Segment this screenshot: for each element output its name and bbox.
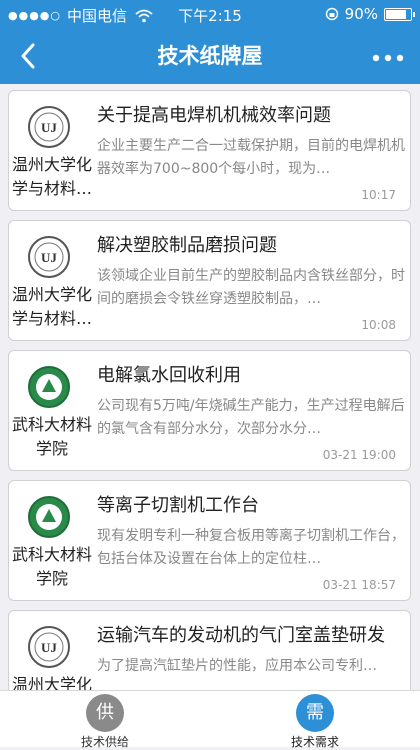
- item-description: 该领域企业目前生产的塑胶制品内含铁丝部分，时间的磨损会令铁丝穿透塑胶制品，…: [97, 268, 405, 307]
- item-title: 等离子切割机工作台: [97, 495, 259, 516]
- list-item[interactable]: UJ 温州大学化学与材料… 解决塑胶制品磨损问题该领域企业目前生产的塑胶制品内含铁丝…: [8, 220, 411, 341]
- item-time: 10:08: [361, 318, 396, 332]
- svg-text:UJ: UJ: [41, 640, 57, 655]
- item-time: 03-21 19:00: [322, 448, 396, 462]
- list-item[interactable]: UJ 温州大学化学与材料… 关于提高电焊机机械效率问题企业主要生产二合一过载保护期，…: [8, 90, 411, 211]
- tab-label: 技术供给: [80, 735, 129, 749]
- org-logo: [27, 495, 71, 539]
- item-title: 电解氯水回收利用: [97, 365, 241, 386]
- org-logo: [27, 365, 71, 409]
- item-title: 关于提高电焊机机械效率问题: [97, 105, 331, 126]
- demand-list[interactable]: UJ 温州大学化学与材料… 关于提高电焊机机械效率问题企业主要生产二合一过载保护期，…: [0, 84, 420, 690]
- item-description: 为了提高汽缸垫片的性能，应用本公司专利…: [97, 658, 377, 674]
- list-item[interactable]: UJ 温州大学化学与材料… 运输汽车的发动机的气门室盖垫研发为了提高汽缸垫片的性能，…: [8, 610, 411, 690]
- org-logo: UJ: [27, 105, 71, 149]
- list-item[interactable]: 武科大材料学院 电解氯水回收利用公司现有5万吨/年烧碱生产能力，生产过程电解后的氯…: [8, 350, 411, 471]
- tab-bar: 供技术供给需技术需求: [0, 690, 420, 749]
- svg-text:UJ: UJ: [41, 250, 57, 265]
- svg-text:UJ: UJ: [41, 120, 57, 135]
- demand-icon: 需: [296, 694, 334, 732]
- item-time: 03-21 18:57: [322, 578, 396, 592]
- org-name: 温州大学化学与材料…: [11, 155, 92, 198]
- item-time: 10:17: [361, 188, 396, 202]
- tab-supply[interactable]: 供技术供给: [0, 691, 210, 749]
- page-title: 技术纸牌屋: [157, 44, 263, 68]
- back-button[interactable]: [10, 36, 46, 76]
- tab-demand[interactable]: 需技术需求: [210, 691, 420, 749]
- org-name: 温州大学化学与材料…: [11, 675, 92, 690]
- tab-label: 技术需求: [290, 735, 339, 749]
- supply-icon: 供: [86, 694, 124, 732]
- item-title: 解决塑胶制品磨损问题: [97, 235, 277, 256]
- nav-bar: 技术纸牌屋: [0, 28, 420, 84]
- item-description: 企业主要生产二合一过载保护期，目前的电焊机机器效率为700~800个每小时，现为…: [97, 138, 405, 177]
- org-logo: UJ: [27, 235, 71, 279]
- chevron-left-icon: [21, 43, 35, 69]
- battery-icon: [384, 7, 415, 21]
- org-name: 武科大材料学院: [11, 415, 92, 458]
- org-logo: UJ: [27, 625, 71, 669]
- status-bar: ●●●●○ 中国电信 下午2:15 90%: [0, 0, 420, 28]
- item-title: 运输汽车的发动机的气门室盖垫研发: [97, 625, 385, 646]
- more-icon: [372, 54, 404, 62]
- battery-percent: 90%: [344, 5, 378, 23]
- org-name: 温州大学化学与材料…: [11, 285, 92, 328]
- list-item[interactable]: 武科大材料学院 等离子切割机工作台现有发明专利一种复合板用等离子切割机工作台，包括…: [8, 480, 411, 601]
- org-name: 武科大材料学院: [11, 545, 92, 588]
- more-button[interactable]: [366, 36, 410, 76]
- item-description: 公司现有5万吨/年烧碱生产能力，生产过程电解后的氯气含有部分水分，次部分水分…: [97, 398, 405, 437]
- rotation-lock-icon: [325, 7, 338, 21]
- item-description: 现有发明专利一种复合板用等离子切割机工作台，包括台体及设置在台体上的定位柱…: [97, 528, 405, 567]
